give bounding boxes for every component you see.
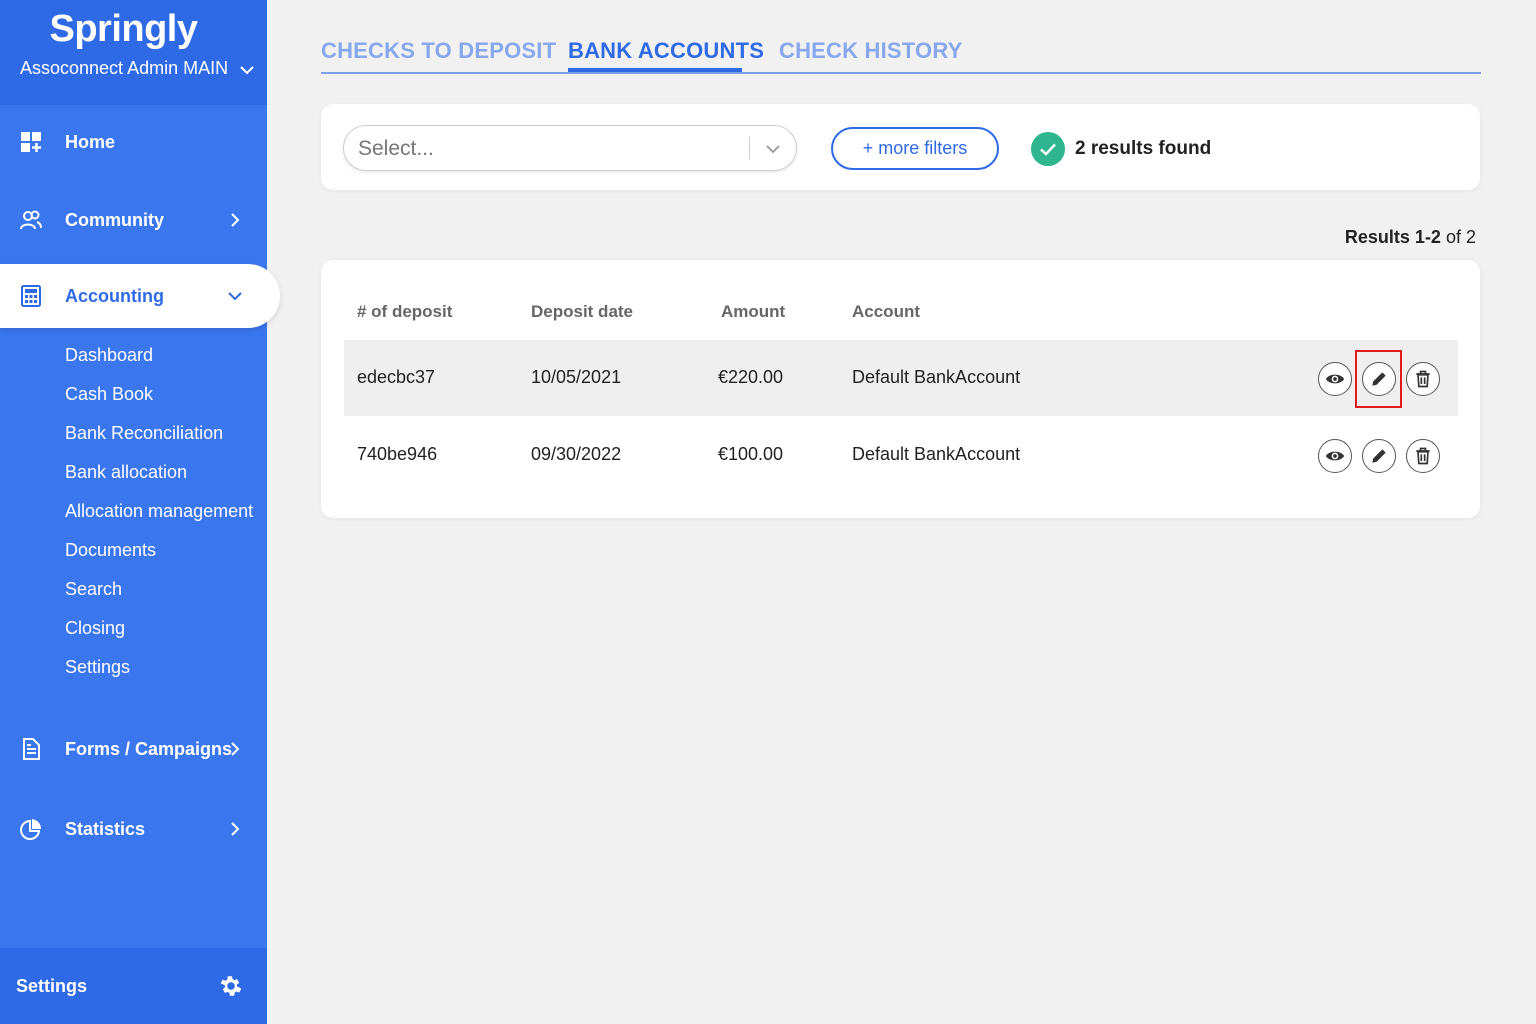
sidebar-subitem-documents[interactable]: Documents: [65, 540, 156, 561]
calculator-icon: [21, 285, 41, 307]
deposits-table: # of deposit Deposit date Amount Account…: [321, 260, 1480, 518]
sidebar-item-community[interactable]: Community: [0, 196, 267, 244]
filter-bar: Select... + more filters 2 results found: [321, 104, 1480, 190]
pie-chart-icon: [20, 819, 42, 840]
chevron-down-icon: [228, 292, 242, 301]
more-filters-button[interactable]: + more filters: [831, 127, 999, 170]
eye-icon: [1325, 451, 1345, 461]
sidebar-item-label: Forms / Campaigns: [65, 738, 233, 759]
sidebar-item-label: Statistics: [65, 818, 146, 839]
sidebar-item-accounting[interactable]: Accounting: [0, 264, 280, 328]
deposit-id: 740be946: [357, 444, 438, 464]
column-header[interactable]: Deposit date: [531, 302, 633, 322]
account-select[interactable]: Select...: [343, 125, 797, 171]
check-circle-icon: [1031, 132, 1065, 166]
sidebar-item-label: Community: [65, 209, 164, 230]
tab-bar: CHECKS TO DEPOSIT BANK ACCOUNTS CHECK HI…: [321, 38, 1481, 74]
delete-button[interactable]: [1406, 362, 1440, 396]
table-row[interactable]: 740be946 09/30/2022 €100.00 Default Bank…: [344, 417, 1458, 493]
deposit-date: 09/30/2022: [531, 444, 622, 464]
tab-checks-to-deposit[interactable]: CHECKS TO DEPOSIT: [321, 38, 556, 64]
results-range: Results 1-2: [1344, 227, 1441, 247]
pencil-icon: [1372, 449, 1386, 463]
settings-link[interactable]: Settings: [16, 976, 87, 997]
view-button[interactable]: [1318, 439, 1352, 473]
chevron-down-icon: [240, 66, 254, 75]
chevron-right-icon: [231, 742, 240, 756]
delete-button[interactable]: [1406, 439, 1440, 473]
document-icon: [23, 738, 40, 760]
highlight-box: [1355, 350, 1402, 408]
deposit-account: Default BankAccount: [852, 444, 1021, 464]
chevron-right-icon: [231, 213, 240, 227]
edit-button[interactable]: [1362, 439, 1396, 473]
sidebar-subitem-dashboard[interactable]: Dashboard: [65, 345, 153, 366]
eye-icon: [1325, 374, 1345, 384]
trash-icon: [1416, 447, 1430, 465]
sidebar-subitem-bank-reconciliation[interactable]: Bank Reconciliation: [65, 423, 223, 444]
tab-check-history[interactable]: CHECK HISTORY: [779, 38, 963, 64]
org-name: Assoconnect Admin MAIN: [20, 58, 229, 78]
sidebar: Springly Assoconnect Admin MAIN Home Com…: [0, 0, 280, 1024]
gear-icon[interactable]: [218, 973, 244, 999]
chevron-down-icon[interactable]: [764, 140, 782, 158]
deposit-date: 10/05/2021: [531, 367, 622, 387]
org-switcher[interactable]: Springly Assoconnect Admin MAIN: [0, 0, 267, 105]
trash-icon: [1416, 370, 1430, 388]
sidebar-item-label: Home: [65, 131, 116, 152]
deposit-account: Default BankAccount: [852, 367, 1021, 387]
select-divider: [749, 137, 750, 159]
sidebar-subitem-allocation-management[interactable]: Allocation management: [65, 501, 253, 522]
dashboard-icon: [21, 132, 41, 152]
deposit-amount: €220.00: [718, 367, 784, 387]
column-header[interactable]: # of deposit: [357, 302, 452, 322]
pagination-summary: Results 1-2 of 2: [1345, 227, 1476, 248]
sidebar-item-statistics[interactable]: Statistics: [0, 805, 267, 853]
active-tab-indicator: [568, 68, 742, 72]
results-count: 2 results found: [1075, 138, 1212, 159]
sidebar-subitem-cash-book[interactable]: Cash Book: [65, 384, 153, 405]
tab-bank-accounts[interactable]: BANK ACCOUNTS: [568, 38, 764, 64]
sidebar-item-home[interactable]: Home: [0, 118, 267, 166]
sidebar-item-forms-campaigns[interactable]: Forms / Campaigns: [0, 725, 267, 773]
sidebar-subitem-closing[interactable]: Closing: [65, 618, 125, 639]
sidebar-subitem-search[interactable]: Search: [65, 579, 122, 600]
sidebar-subitem-settings[interactable]: Settings: [65, 657, 130, 678]
table-row[interactable]: edecbc37 10/05/2021 €220.00 Default Bank…: [344, 340, 1458, 416]
select-placeholder: Select...: [358, 137, 434, 160]
column-header[interactable]: Amount: [721, 302, 785, 322]
column-header[interactable]: Account: [852, 302, 920, 322]
users-icon: [20, 210, 42, 230]
sidebar-item-label: Accounting: [65, 285, 164, 306]
view-button[interactable]: [1318, 362, 1352, 396]
chevron-right-icon: [231, 822, 240, 836]
deposit-id: edecbc37: [357, 367, 436, 387]
results-total: of 2: [1445, 227, 1476, 247]
deposit-amount: €100.00: [718, 444, 784, 464]
sidebar-subitem-bank-allocation[interactable]: Bank allocation: [65, 462, 187, 483]
brand-logo: Springly: [49, 8, 198, 50]
